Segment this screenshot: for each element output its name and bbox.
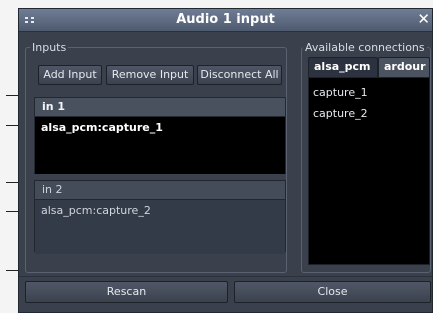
divider-tick: [6, 95, 18, 96]
footer-divider: [19, 276, 432, 277]
tab-ardour[interactable]: ardour: [378, 57, 430, 77]
available-connections-list: capture_1 capture_2: [308, 77, 430, 265]
tab-alsa-pcm[interactable]: alsa_pcm: [308, 57, 378, 77]
available-connections-group: Available connections alsa_pcm ardour ca…: [301, 41, 431, 273]
title-bar[interactable]: Audio 1 input ✕: [19, 9, 432, 32]
remove-input-button[interactable]: Remove Input: [106, 65, 194, 85]
divider-tick: [6, 125, 18, 126]
port-name: in 2: [35, 181, 285, 200]
add-input-button[interactable]: Add Input: [38, 65, 102, 85]
close-button[interactable]: Close: [234, 281, 431, 303]
close-icon[interactable]: ✕: [417, 10, 430, 28]
list-item[interactable]: capture_1: [313, 82, 425, 103]
input-port-2[interactable]: in 2 alsa_pcm:capture_2: [34, 180, 286, 254]
inputs-group-label: Inputs: [30, 41, 69, 54]
rescan-button[interactable]: Rescan: [25, 281, 228, 303]
inputs-group: Inputs Add Input Remove Input Disconnect…: [25, 41, 287, 273]
input-port-1[interactable]: in 1 alsa_pcm:capture_1: [34, 97, 286, 174]
available-connections-label: Available connections: [303, 41, 427, 54]
window-title: Audio 1 input: [176, 12, 275, 27]
port-connection[interactable]: alsa_pcm:capture_1: [35, 117, 285, 174]
divider-tick: [6, 182, 18, 183]
port-connection[interactable]: alsa_pcm:capture_2: [35, 200, 285, 254]
divider-tick: [6, 270, 18, 271]
list-item[interactable]: capture_2: [313, 103, 425, 124]
port-name: in 1: [35, 98, 285, 117]
disconnect-all-button[interactable]: Disconnect All: [197, 65, 282, 85]
divider-tick: [6, 211, 18, 212]
audio-input-dialog: Audio 1 input ✕ Inputs Add Input Remove …: [18, 8, 433, 313]
